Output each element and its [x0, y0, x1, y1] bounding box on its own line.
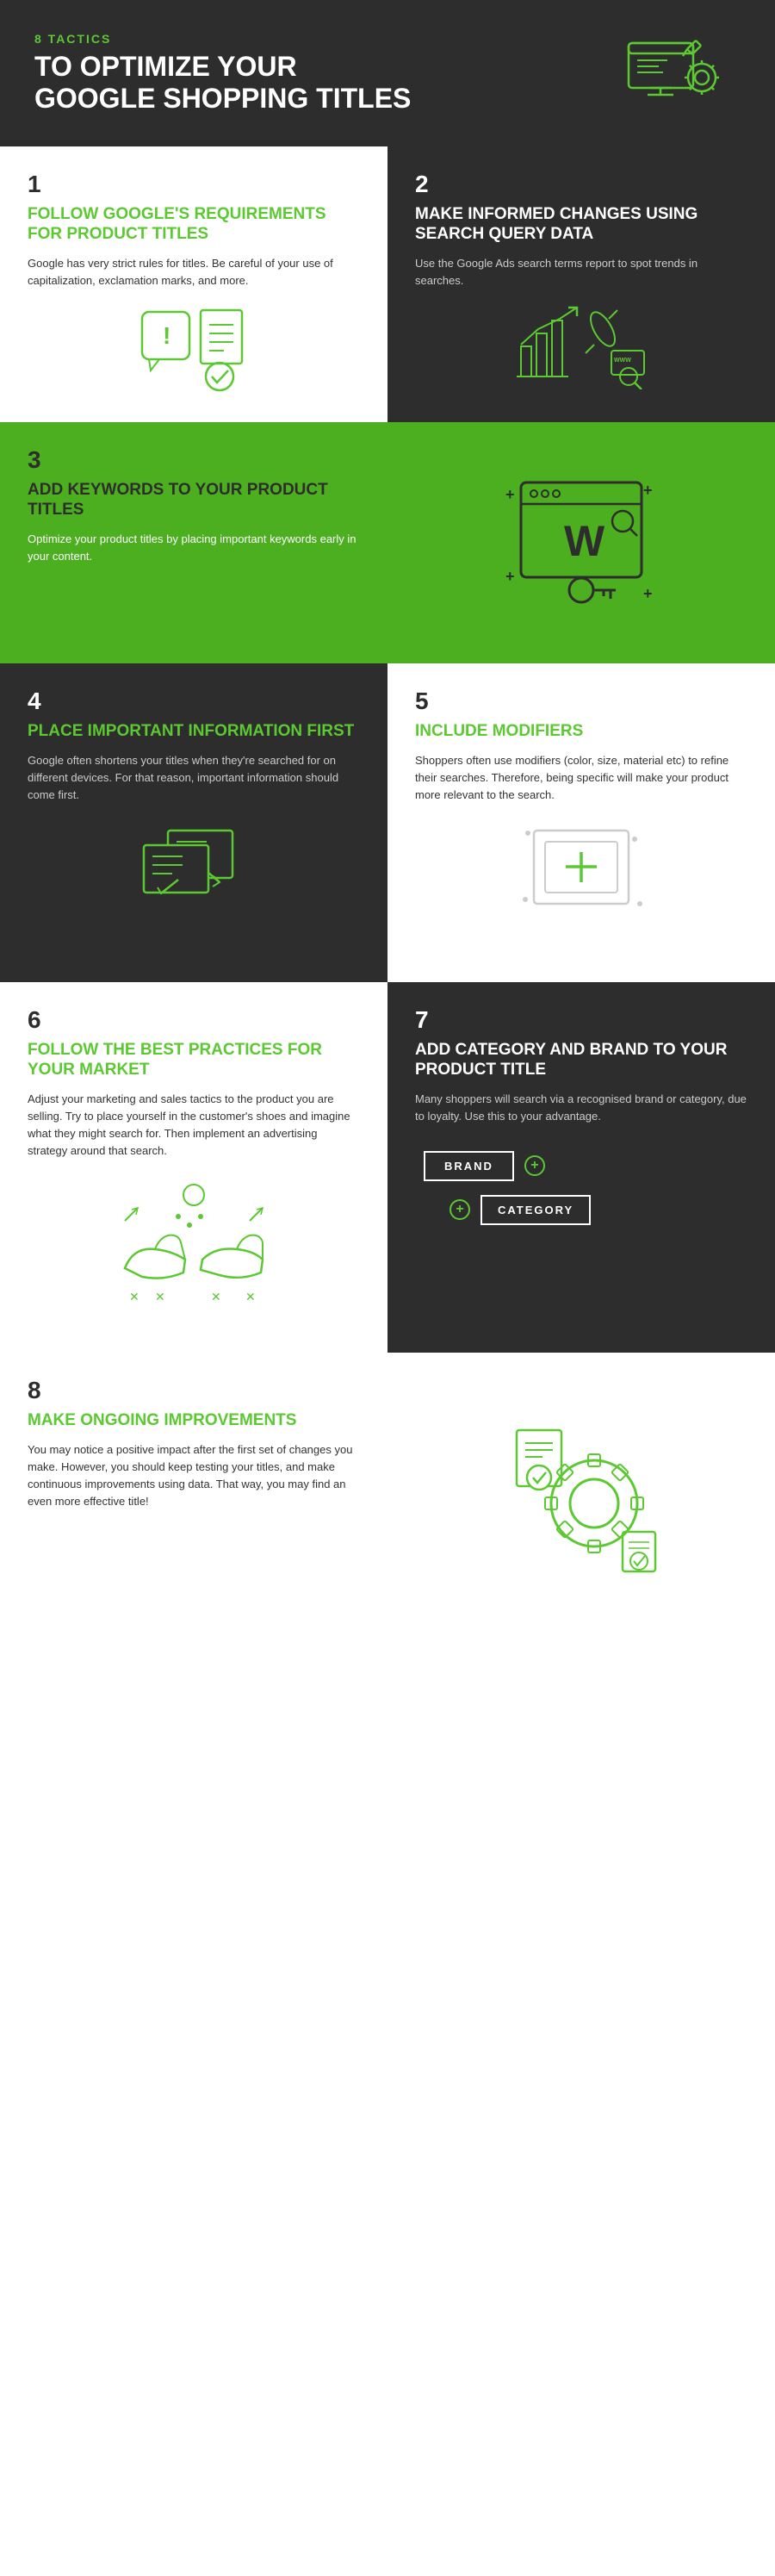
- section-1-number: 1: [28, 171, 360, 198]
- section-4-icon: [28, 804, 360, 904]
- section-6: 6 FOLLOW THE BEST PRACTICES FOR YOUR MAR…: [0, 982, 388, 1353]
- svg-text:W: W: [564, 517, 605, 565]
- category-badge: CATEGORY: [480, 1195, 591, 1225]
- section-7-body: Many shoppers will search via a recognis…: [415, 1091, 747, 1125]
- svg-text:+: +: [505, 486, 515, 503]
- section-3-title: ADD KEYWORDS TO YOUR PRODUCT TITLES: [28, 481, 360, 520]
- section-7-title: ADD CATEGORY AND BRAND TO YOUR PRODUCT T…: [415, 1041, 747, 1080]
- svg-text:+: +: [643, 585, 653, 602]
- svg-text:✕: ✕: [211, 1290, 221, 1304]
- section-4: 4 PLACE IMPORTANT INFORMATION FIRST Goog…: [0, 663, 388, 982]
- section-3-number: 3: [28, 446, 360, 474]
- section-5-number: 5: [415, 688, 747, 715]
- brand-plus-icon: +: [524, 1155, 545, 1176]
- section-1: 1 FOLLOW GOOGLE'S REQUIREMENTS FOR PRODU…: [0, 146, 388, 422]
- section-4-body: Google often shortens your titles when t…: [28, 752, 360, 804]
- section-4-title: PLACE IMPORTANT INFORMATION FIRST: [28, 722, 360, 742]
- header-title: TO OPTIMIZE YOUR GOOGLE SHOPPING TITLES: [34, 51, 603, 115]
- section-1-body: Google has very strict rules for titles.…: [28, 255, 360, 289]
- svg-text:✕: ✕: [155, 1290, 165, 1304]
- row-3: 4 PLACE IMPORTANT INFORMATION FIRST Goog…: [0, 663, 775, 982]
- section-5-body: Shoppers often use modifiers (color, siz…: [415, 752, 747, 804]
- section-2-icon: WWW: [415, 303, 747, 389]
- section-3: 3 ADD KEYWORDS TO YOUR PRODUCT TITLES Op…: [0, 422, 388, 663]
- section-8-body: You may notice a positive impact after t…: [28, 1441, 360, 1511]
- section-1-title: FOLLOW GOOGLE'S REQUIREMENTS FOR PRODUCT…: [28, 205, 360, 245]
- section-7: 7 ADD CATEGORY AND BRAND TO YOUR PRODUCT…: [388, 982, 775, 1353]
- row-4: 6 FOLLOW THE BEST PRACTICES FOR YOUR MAR…: [0, 982, 775, 1353]
- section-4-number: 4: [28, 688, 360, 715]
- svg-text:✕: ✕: [245, 1290, 256, 1304]
- section-5-title: INCLUDE MODIFIERS: [415, 722, 747, 742]
- section-6-body: Adjust your marketing and sales tactics …: [28, 1091, 360, 1160]
- header-text: 8 TACTICS TO OPTIMIZE YOUR GOOGLE SHOPPI…: [34, 32, 603, 115]
- category-plus-icon: +: [450, 1199, 470, 1220]
- category-badge-row: + CATEGORY: [450, 1195, 591, 1225]
- section-2-title: MAKE INFORMED CHANGES USING SEARCH QUERY…: [415, 205, 747, 245]
- section-5: 5 INCLUDE MODIFIERS Shoppers often use m…: [388, 663, 775, 982]
- header: 8 TACTICS TO OPTIMIZE YOUR GOOGLE SHOPPI…: [0, 0, 775, 146]
- section-3-body: Optimize your product titles by placing …: [28, 531, 360, 565]
- svg-text:!: !: [163, 322, 170, 349]
- section-2-body: Use the Google Ads search terms report t…: [415, 255, 747, 289]
- svg-text:WWW: WWW: [614, 358, 631, 364]
- header-icon: [603, 26, 741, 121]
- section-2: 2 MAKE INFORMED CHANGES USING SEARCH QUE…: [388, 146, 775, 422]
- svg-text:✕: ✕: [129, 1290, 140, 1304]
- section-6-title: FOLLOW THE BEST PRACTICES FOR YOUR MARKE…: [28, 1041, 360, 1080]
- section-3-icon-area: W + + + +: [388, 422, 775, 663]
- brand-badge: BRAND: [424, 1151, 514, 1181]
- section-3-row: 3 ADD KEYWORDS TO YOUR PRODUCT TITLES Op…: [0, 422, 775, 663]
- section-8: 8 MAKE ONGOING IMPROVEMENTS You may noti…: [0, 1353, 388, 1628]
- section-1-icon: !: [28, 303, 360, 398]
- section-6-number: 6: [28, 1006, 360, 1034]
- header-subtitle: 8 TACTICS: [34, 32, 603, 46]
- section-8-number: 8: [28, 1377, 360, 1404]
- section-7-badges: BRAND + + CATEGORY: [415, 1151, 747, 1225]
- section-8-icon-area: [388, 1353, 775, 1628]
- row-1: 1 FOLLOW GOOGLE'S REQUIREMENTS FOR PRODU…: [0, 146, 775, 422]
- svg-text:+: +: [643, 482, 653, 499]
- section-5-icon: [415, 804, 747, 921]
- svg-text:+: +: [505, 568, 515, 585]
- section-6-icon: ✕ ✕ ✕ ✕: [28, 1160, 360, 1311]
- section-8-row: 8 MAKE ONGOING IMPROVEMENTS You may noti…: [0, 1353, 775, 1628]
- row-2: 3 ADD KEYWORDS TO YOUR PRODUCT TITLES Op…: [0, 422, 775, 663]
- brand-badge-row: BRAND +: [424, 1151, 545, 1181]
- row-5: 8 MAKE ONGOING IMPROVEMENTS You may noti…: [0, 1353, 775, 1628]
- section-8-title: MAKE ONGOING IMPROVEMENTS: [28, 1411, 360, 1431]
- section-2-number: 2: [415, 171, 747, 198]
- section-7-number: 7: [415, 1006, 747, 1034]
